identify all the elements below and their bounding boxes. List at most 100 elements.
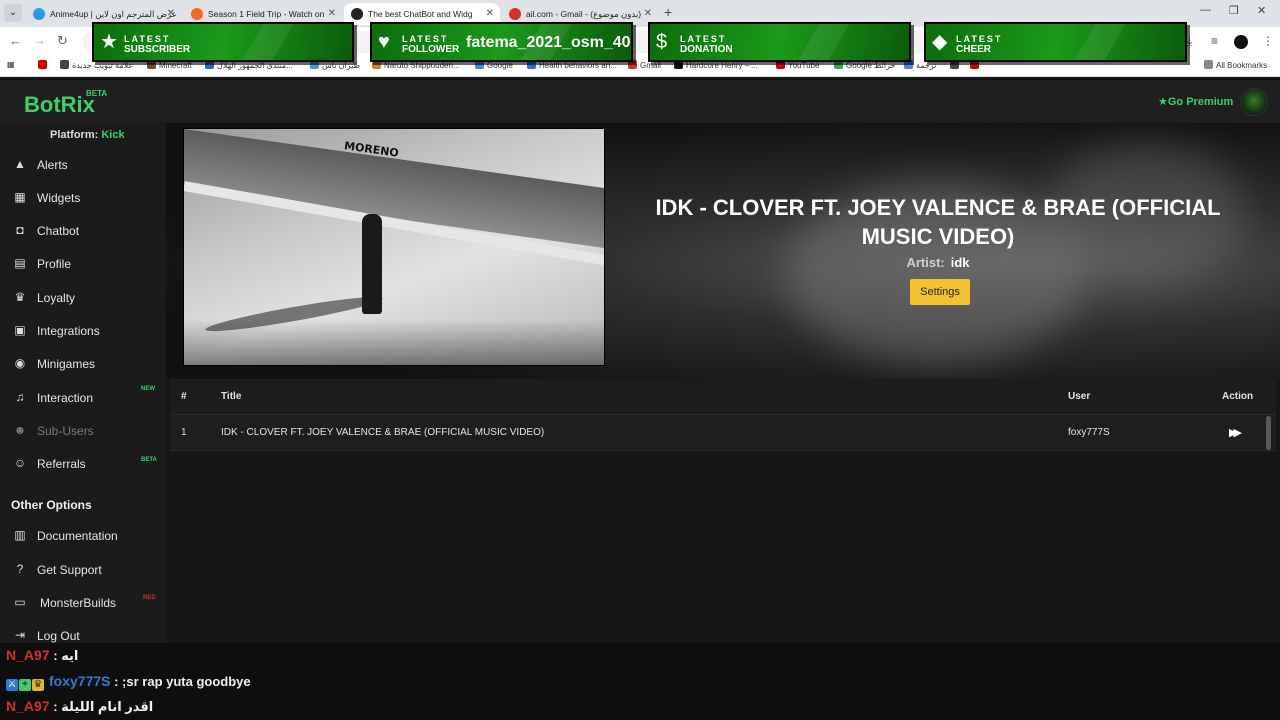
col-title-header: Title [221, 391, 242, 402]
heart-icon: ♥ [378, 31, 390, 53]
sidebar-item-documentation[interactable]: ▥ Documentation [0, 521, 166, 551]
chat-message: ⚔ ✦ ♛ foxy777S : ;sr rap yuta goodbye [6, 673, 251, 691]
sidebar-item-widgets[interactable]: ▦ Widgets [0, 183, 166, 213]
red-badge: RED [143, 595, 156, 601]
minimize-icon[interactable]: — [1200, 4, 1211, 16]
back-icon[interactable]: ← [9, 33, 22, 48]
song-title: IDK - CLOVER FT. JOEY VALENCE & BRAE (OF… [655, 195, 1221, 249]
site-favicon-icon [351, 8, 363, 20]
globe-icon [60, 60, 69, 69]
main-content: MORENO IDK - CLOVER FT. JOEY VALENCE & B… [166, 123, 1280, 643]
col-user-header: User [1068, 391, 1091, 402]
sidebar-item-minigames[interactable]: ◉ Minigames [0, 349, 166, 379]
logout-icon: ⇥ [14, 628, 26, 642]
close-window-icon[interactable]: ✕ [1257, 4, 1266, 17]
trophy-icon: ♛ [14, 290, 26, 304]
sidebar-item-get-support[interactable]: ? Get Support [0, 555, 166, 585]
beta-badge: BETA [141, 457, 157, 463]
more-menu-icon[interactable]: ⋮ [1262, 34, 1274, 48]
sidebar-item-monsterbuilds[interactable]: ▭ MonsterBuilds RED [0, 588, 166, 618]
beta-badge: BETA [86, 89, 108, 98]
dollar-icon: $ [656, 31, 668, 53]
video-thumbnail[interactable]: MORENO [183, 128, 605, 366]
platform-indicator: Platform: Kick [50, 129, 125, 141]
chat-username: foxy777S [49, 673, 111, 689]
row-title: IDK - CLOVER FT. JOEY VALENCE & BRAE (OF… [221, 427, 545, 438]
tab-label: The best ChatBot and Widg [368, 9, 473, 19]
all-bookmarks[interactable]: All Bookmarks [1204, 60, 1267, 70]
forward-icon[interactable]: → [33, 33, 46, 48]
robot-icon: ◘ [16, 223, 24, 237]
reload-icon[interactable]: ↻ [57, 33, 68, 49]
star-icon: ★ [1158, 96, 1168, 108]
laptop-icon: ▭ [14, 595, 26, 609]
now-playing-hero: MORENO IDK - CLOVER FT. JOEY VALENCE & B… [166, 123, 1280, 379]
artist-name: idk [950, 255, 970, 270]
other-options-title: Other Options [11, 498, 92, 512]
scrollbar[interactable] [1266, 416, 1271, 450]
table-header: # Title User Action [170, 379, 1276, 415]
sidebar-item-chatbot[interactable]: ◘ Chatbot [0, 216, 166, 246]
sparkle-badge-icon: ✦ [19, 679, 31, 691]
sidebar-item-referrals[interactable]: ☺ Referrals BETA [0, 449, 166, 479]
site-favicon-icon [191, 8, 203, 20]
tab-label: Anime4up | عرض المترجم اون لاين [50, 9, 177, 19]
row-number: 1 [181, 427, 187, 438]
new-badge: NEW [141, 386, 155, 392]
book-icon: ▥ [14, 528, 26, 542]
users-icon: ☻ [13, 423, 27, 437]
chat-badges: ⚔ ✦ ♛ [6, 674, 45, 691]
apps-grid-icon[interactable]: ▦ [7, 60, 15, 69]
media-control-icon[interactable]: ≡ [1211, 34, 1218, 48]
warning-icon: ▲ [14, 157, 26, 171]
col-action-header: Action [1222, 391, 1254, 402]
diamond-icon: ◆ [932, 31, 948, 53]
user-avatar[interactable] [1240, 88, 1268, 116]
chat-username: N_A97 [6, 647, 50, 663]
tab-search-button[interactable]: ⌄ [4, 4, 22, 22]
crown-badge-icon: ♛ [32, 679, 44, 691]
latest-follower-alert: ♥ LATEST FOLLOWER fatema_2021_osm_40 [370, 22, 633, 62]
user-plus-icon: ☺ [13, 456, 27, 470]
chat-text: ;sr rap yuta goodbye [122, 674, 251, 689]
song-queue-table: # Title User Action 1 IDK - CLOVER FT. J… [170, 379, 1276, 451]
sidebar-item-loyalty[interactable]: ♛ Loyalty [0, 283, 166, 313]
chat-overlay: N_A97 : ايه ⚔ ✦ ♛ foxy777S : ;sr rap yuta … [0, 643, 1280, 720]
chat-message: N_A97 : اقدر انام الليلة [6, 698, 154, 714]
go-premium-button[interactable]: ★Go Premium [1158, 95, 1233, 108]
new-tab-button[interactable]: + [664, 4, 672, 20]
music-icon: ♫ [15, 390, 25, 404]
follower-name: fatema_2021_osm_40 [466, 34, 631, 51]
question-icon: ? [16, 562, 24, 576]
sidebar: Platform: Kick ▲ Alerts ▦ Widgets ◘ Chat… [0, 123, 166, 643]
chat-message: N_A97 : ايه [6, 647, 79, 663]
artist-line: Artist: idk [906, 255, 970, 270]
latest-cheer-alert: ◆ LATEST CHEER [924, 22, 1187, 62]
table-row: 1 IDK - CLOVER FT. JOEY VALENCE & BRAE (… [170, 415, 1276, 451]
sidebar-item-profile[interactable]: ▤ Profile [0, 249, 166, 279]
botrix-logo[interactable]: BotRix [24, 92, 95, 118]
chat-icon: ▣ [14, 323, 26, 337]
sidebar-item-sub-users[interactable]: ☻ Sub-Users [0, 416, 166, 446]
settings-button[interactable]: Settings [910, 279, 970, 305]
chat-text: اقدر انام الليلة [61, 699, 154, 714]
folder-icon [1204, 60, 1213, 69]
col-number-header: # [181, 391, 187, 402]
star-icon: ★ [100, 31, 118, 53]
sidebar-item-integrations[interactable]: ▣ Integrations [0, 316, 166, 346]
grid-icon: ▦ [14, 190, 26, 204]
gamepad-icon: ◉ [14, 356, 26, 370]
latest-subscriber-alert: ★ LATEST SUBSCRIBER [92, 22, 354, 62]
sidebar-item-alerts[interactable]: ▲ Alerts [0, 150, 166, 180]
site-favicon-icon [33, 8, 45, 20]
tab-label: Season 1 Field Trip - Watch on [208, 9, 325, 19]
latest-donation-alert: $ LATEST DONATION [648, 22, 911, 62]
profile-avatar[interactable] [1234, 35, 1248, 49]
tab-label: ail.com - Gmail - (بدون موضوع) [526, 9, 642, 19]
skip-play-icon[interactable]: ▶▶ [1229, 426, 1242, 439]
bookmark-item[interactable] [38, 60, 50, 70]
maximize-icon[interactable]: ❐ [1229, 4, 1239, 17]
download-icon[interactable]: ⤓ [1187, 34, 1192, 49]
chat-username: N_A97 [6, 698, 50, 714]
sidebar-item-interaction[interactable]: ♫ Interaction NEW [0, 383, 166, 413]
